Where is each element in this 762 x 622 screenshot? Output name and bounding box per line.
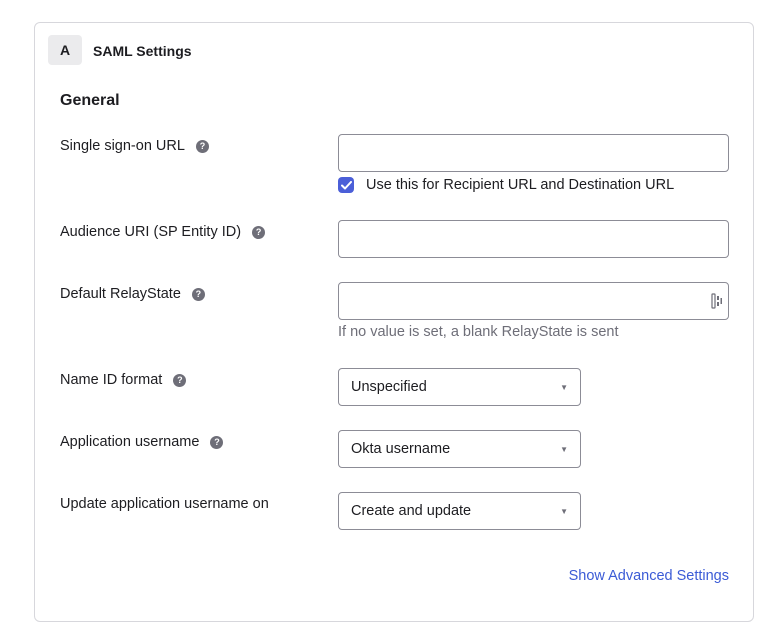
question-circle-icon[interactable]: ? bbox=[173, 373, 187, 387]
sso-url-label: Single sign-on URL ? bbox=[60, 136, 209, 156]
checkmark-icon bbox=[340, 180, 352, 189]
update-username-on-label-text: Update application username on bbox=[60, 496, 269, 512]
audience-uri-label: Audience URI (SP Entity ID) ? bbox=[60, 222, 266, 242]
question-circle-icon[interactable]: ? bbox=[195, 139, 209, 153]
audience-uri-input[interactable] bbox=[338, 220, 729, 258]
checkbox-checked[interactable] bbox=[338, 177, 354, 193]
relay-state-label: Default RelayState ? bbox=[60, 284, 205, 304]
relay-state-label-text: Default RelayState bbox=[60, 286, 181, 302]
update-username-on-value: Create and update bbox=[351, 503, 472, 519]
section-title: SAML Settings bbox=[93, 43, 192, 59]
relay-state-hint: If no value is set, a blank RelayState i… bbox=[338, 324, 619, 340]
name-id-format-label: Name ID format ? bbox=[60, 370, 187, 390]
name-id-format-value: Unspecified bbox=[351, 379, 427, 395]
saml-settings-card: A SAML Settings General Single sign-on U… bbox=[34, 22, 754, 622]
chevron-down-icon: ▼ bbox=[560, 444, 568, 454]
name-id-format-select[interactable]: Unspecified ▼ bbox=[338, 368, 581, 406]
app-username-label: Application username ? bbox=[60, 432, 224, 452]
checkbox-label: Use this for Recipient URL and Destinati… bbox=[366, 177, 675, 193]
relay-state-input[interactable] bbox=[338, 282, 729, 320]
update-username-on-label: Update application username on bbox=[60, 494, 269, 514]
password-manager-icon[interactable] bbox=[711, 293, 723, 309]
app-username-label-text: Application username bbox=[60, 434, 200, 450]
recipient-destination-checkbox-row[interactable]: Use this for Recipient URL and Destinati… bbox=[338, 175, 674, 195]
sso-url-input[interactable] bbox=[338, 134, 729, 172]
update-username-on-select[interactable]: Create and update ▼ bbox=[338, 492, 581, 530]
name-id-format-label-text: Name ID format bbox=[60, 372, 163, 388]
app-username-value: Okta username bbox=[351, 441, 451, 457]
show-advanced-settings-link[interactable]: Show Advanced Settings bbox=[569, 566, 729, 586]
chevron-down-icon: ▼ bbox=[560, 506, 568, 516]
app-username-select[interactable]: Okta username ▼ bbox=[338, 430, 581, 468]
question-circle-icon[interactable]: ? bbox=[252, 225, 266, 239]
question-circle-icon[interactable]: ? bbox=[210, 435, 224, 449]
audience-uri-label-text: Audience URI (SP Entity ID) bbox=[60, 224, 242, 240]
general-heading: General bbox=[60, 92, 120, 109]
relay-state-field bbox=[338, 282, 729, 320]
question-circle-icon[interactable]: ? bbox=[191, 287, 205, 301]
step-badge: A bbox=[48, 35, 82, 65]
chevron-down-icon: ▼ bbox=[560, 382, 568, 392]
sso-url-label-text: Single sign-on URL bbox=[60, 138, 185, 154]
